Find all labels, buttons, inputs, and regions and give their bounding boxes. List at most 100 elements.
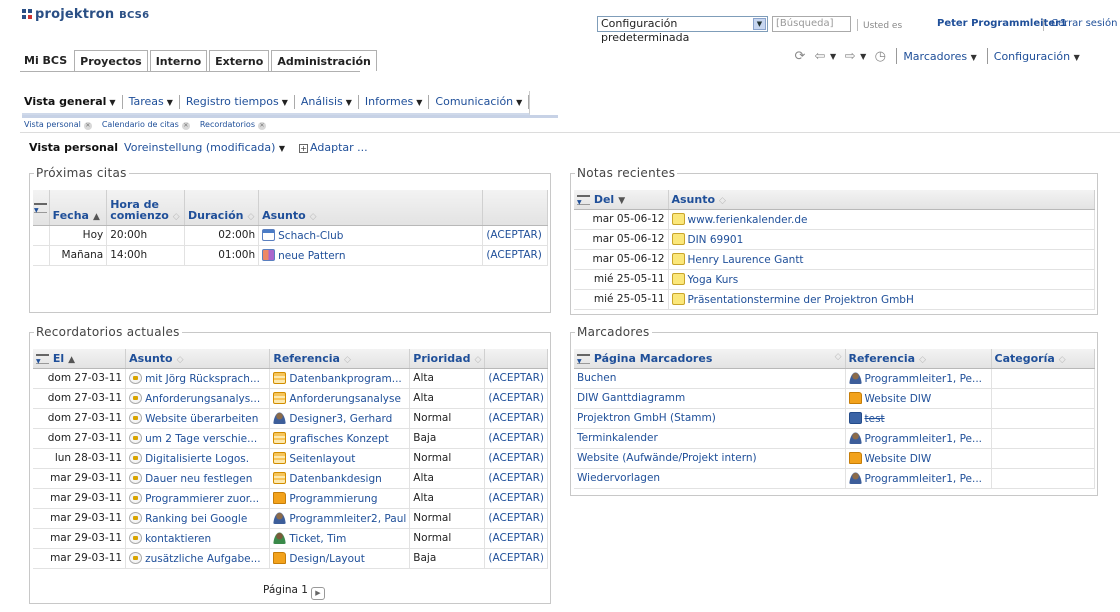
chevron-down-icon: ▼ (278, 144, 286, 153)
tab-administracion[interactable]: Administración (271, 50, 377, 71)
accept-link[interactable]: (ACEPTAR) (482, 225, 548, 246)
subnav-registro-tiempos[interactable]: Registro tiempos ▼ (180, 95, 295, 109)
accept-link[interactable]: (ACEPTAR) (484, 408, 548, 429)
close-icon[interactable]: ✕ (258, 122, 266, 130)
accept-link[interactable]: (ACEPTAR) (482, 245, 548, 266)
user-icon (848, 371, 862, 384)
back-arrow-icon[interactable]: ⇦ (810, 47, 830, 65)
table-row[interactable]: dom 27-03-11 Anforderungsanalys... Anforde… (33, 388, 548, 409)
table-row[interactable]: Projektron GmbH (Stamm) test (574, 408, 1095, 429)
settings-menu[interactable]: Configuración ▼ (994, 50, 1084, 63)
subnav-vista-general[interactable]: Vista general ▼ (22, 95, 123, 109)
profile-select[interactable]: Configuración predeterminada ▼ (597, 16, 768, 44)
col-pagina-marcadores[interactable]: Página Marcadores◇ (574, 349, 846, 369)
col-hora[interactable]: Hora de comienzo ◇ (106, 190, 185, 226)
accept-link[interactable]: (ACEPTAR) (484, 528, 548, 549)
subnav-informes[interactable]: Informes ▼ (359, 95, 430, 109)
col-del[interactable]: Del▼ (574, 190, 669, 210)
table-row[interactable]: mié 25-05-11 Yoga Kurs (574, 269, 1095, 290)
chevron-down-icon[interactable]: ▼ (830, 52, 836, 61)
forward-arrow-icon[interactable]: ⇨ (840, 47, 860, 65)
table-row[interactable]: Mañana 14:00h 01:00h neue Pattern (ACEPT… (33, 245, 548, 266)
sort-icon: ◇ (719, 195, 726, 206)
col-asunto[interactable]: Asunto ◇ (125, 349, 271, 369)
accept-link[interactable]: (ACEPTAR) (484, 508, 548, 529)
column-config-icon[interactable] (577, 353, 590, 365)
table-row[interactable]: Terminkalender Programmleiter1, Pe... (574, 428, 1095, 449)
table-row[interactable]: mar 05-06-12 Henry Laurence Gantt (574, 249, 1095, 270)
table-row[interactable]: dom 27-03-11 Website überarbeiten Designer… (33, 408, 548, 429)
subnav-tareas[interactable]: Tareas ▼ (123, 95, 180, 109)
table-row[interactable]: mar 29-03-11 Programmierer zuor... Program… (33, 488, 548, 509)
refresh-icon[interactable]: ⟳ (790, 47, 810, 65)
search-input[interactable]: [Búsqueda] (772, 16, 851, 32)
crumb-recordatorios[interactable]: Recordatorios ✕ (200, 120, 266, 130)
crumb-calendario[interactable]: Calendario de citas ✕ (102, 120, 190, 130)
chevron-down-icon: ▼ (281, 98, 288, 107)
column-config-icon[interactable] (36, 353, 49, 365)
accept-link[interactable]: (ACEPTAR) (484, 448, 548, 469)
reminder-icon (129, 551, 143, 564)
table-row[interactable]: mar 29-03-11 Dauer neu festlegen Datenbank… (33, 468, 548, 489)
accept-link[interactable]: (ACEPTAR) (484, 428, 548, 449)
table-row[interactable]: mar 05-06-12 DIN 69901 (574, 229, 1095, 250)
view-preset-select[interactable]: Voreinstellung (modificada) ▼ (124, 141, 285, 154)
bookmarks-menu[interactable]: Marcadores ▼ (903, 50, 980, 63)
accept-link[interactable]: (ACEPTAR) (484, 468, 548, 489)
notes-table: Del▼ Asunto◇ mar 05-06-12www.ferienkalen… (574, 190, 1095, 310)
col-duracion[interactable]: Duración ◇ (184, 190, 260, 226)
chevron-down-icon[interactable]: ▼ (753, 18, 766, 30)
table-row[interactable]: mar 29-03-11 zusätzliche Aufgabe... Design… (33, 548, 548, 569)
column-config-icon[interactable] (577, 194, 590, 206)
col-asunto[interactable]: Asunto ◇ (668, 190, 1095, 210)
table-row[interactable]: mar 05-06-12 www.ferienkalender.de (574, 209, 1095, 230)
table-row[interactable]: mar 29-03-11 Ranking bei Google Programmle… (33, 508, 548, 529)
tab-mi-bcs[interactable]: Mi BCS (20, 50, 73, 71)
app-logo[interactable]: projektron BCS6 (22, 7, 149, 22)
subnav-comunicacion[interactable]: Comunicación ▼ (429, 95, 530, 109)
tab-proyectos[interactable]: Proyectos (74, 50, 148, 71)
accept-link[interactable]: (ACEPTAR) (484, 368, 548, 389)
reminder-icon (129, 491, 143, 504)
view-bar: Vista personal Voreinstellung (modificad… (29, 141, 368, 154)
col-asunto[interactable]: Asunto ◇ (258, 190, 484, 226)
appointments-title: Próximas citas (34, 166, 129, 180)
col-fecha[interactable]: Fecha ▲ (49, 190, 108, 226)
user-name-link[interactable]: Peter Programmleiter1 (937, 18, 1067, 29)
table-row[interactable]: DIW Ganttdiagramm Website DIW (574, 388, 1095, 409)
note-icon (671, 212, 685, 225)
table-row[interactable]: Website (Aufwände/Projekt intern) Website… (574, 448, 1095, 469)
table-row[interactable]: dom 27-03-11 um 2 Tage verschie... grafisc… (33, 428, 548, 449)
task-icon (273, 451, 287, 464)
col-el[interactable]: El▲ (33, 349, 127, 369)
close-icon[interactable]: ✕ (181, 122, 190, 130)
table-row[interactable]: mar 29-03-11 kontaktieren Ticket, Tim Norma… (33, 528, 548, 549)
tab-externo[interactable]: Externo (209, 50, 270, 71)
column-config-icon[interactable] (33, 190, 50, 226)
crumb-vista-personal[interactable]: Vista personal ✕ (24, 120, 92, 130)
table-row[interactable]: mié 25-05-11 Präsentationstermine der Pro… (574, 289, 1095, 310)
accept-link[interactable]: (ACEPTAR) (484, 388, 548, 409)
col-prioridad[interactable]: Prioridad ◇ (409, 349, 486, 369)
reminder-icon (129, 471, 143, 484)
col-referencia[interactable]: Referencia ◇ (269, 349, 411, 369)
close-icon[interactable]: ✕ (83, 122, 92, 130)
accept-link[interactable]: (ACEPTAR) (484, 488, 548, 509)
accept-link[interactable]: (ACEPTAR) (484, 548, 548, 569)
logout-link[interactable]: Cerrar sesión (1051, 18, 1117, 29)
table-row[interactable]: Hoy 20:00h 02:00h Schach-Club (ACEPTAR) (33, 225, 548, 246)
table-row[interactable]: Buchen Programmleiter1, Pe... (574, 368, 1095, 389)
next-page-icon[interactable]: ▶ (310, 587, 325, 600)
user-prefix: Usted es (863, 21, 903, 31)
history-clock-icon[interactable]: ◷ (870, 47, 890, 65)
table-row[interactable]: dom 27-03-11 mit Jörg Rücksprach... Datenb… (33, 368, 548, 389)
chevron-down-icon[interactable]: ▼ (860, 52, 866, 61)
subnav-analisis[interactable]: Análisis ▼ (295, 95, 359, 109)
sort-icon: ◇ (474, 354, 482, 365)
tab-interno[interactable]: Interno (149, 50, 208, 71)
col-categoria[interactable]: Categoría ◇ (991, 349, 1095, 369)
table-row[interactable]: Wiedervorlagen Programmleiter1, Pe... (574, 468, 1095, 489)
col-referencia[interactable]: Referencia ◇ (845, 349, 992, 369)
table-row[interactable]: lun 28-03-11 Digitalisierte Logos. Seitenl… (33, 448, 548, 469)
adapt-view-button[interactable]: + Adaptar ... (299, 141, 368, 154)
